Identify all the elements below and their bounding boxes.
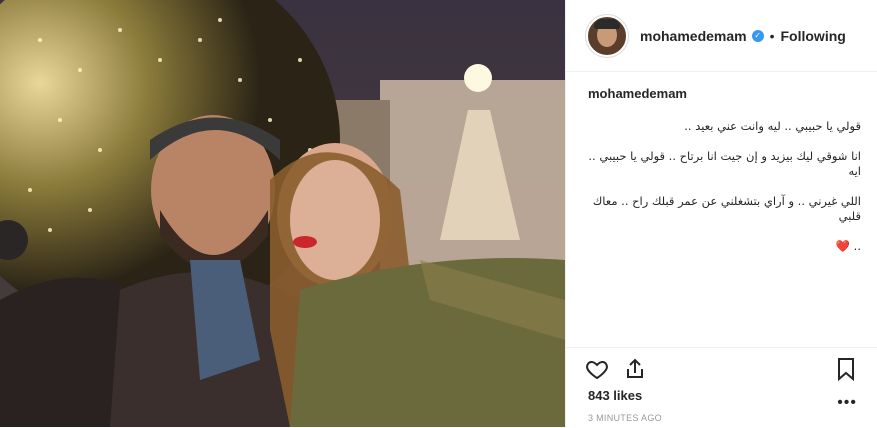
- caption-text: قولي يا حبيبي .. ليه وانت عني بعيد .. ان…: [588, 104, 861, 254]
- instagram-post: mohamedemam ✓ • Following mohamedemam قو…: [0, 0, 877, 427]
- header-username[interactable]: mohamedemam: [640, 28, 747, 44]
- avatar-cap: [594, 18, 620, 29]
- likes-count[interactable]: 843 likes: [566, 388, 877, 403]
- caption: mohamedemam قولي يا حبيبي .. ليه وانت عن…: [566, 72, 877, 254]
- share-icon[interactable]: [622, 356, 648, 382]
- verified-badge-icon: ✓: [751, 29, 764, 42]
- post-photo[interactable]: [0, 0, 565, 427]
- post-timestamp: 3 MINUTES AGO: [588, 413, 662, 423]
- following-button[interactable]: Following: [781, 28, 846, 44]
- heart-icon[interactable]: [584, 356, 610, 382]
- caption-line: اللي غيرني .. و آراي بتشغلني عن عمر قبلك…: [592, 194, 861, 223]
- action-icons: [566, 348, 877, 390]
- caption-line: .. ❤️: [835, 239, 861, 253]
- action-bar: 843 likes 3 MINUTES AGO •••: [566, 347, 877, 428]
- caption-username[interactable]: mohamedemam: [588, 86, 687, 101]
- avatar[interactable]: [586, 14, 628, 57]
- photo-illustration: [0, 0, 565, 427]
- caption-line: انا شوقي ليك بيزيد و إن جيت انا برتاح ..…: [588, 149, 861, 178]
- post-header: mohamedemam ✓ • Following: [566, 0, 877, 72]
- more-options-button[interactable]: •••: [837, 394, 857, 412]
- bookmark-icon[interactable]: [833, 356, 859, 382]
- caption-line: قولي يا حبيبي .. ليه وانت عني بعيد ..: [684, 119, 861, 133]
- separator-dot: •: [769, 27, 775, 44]
- post-sidebar: mohamedemam ✓ • Following mohamedemam قو…: [565, 0, 877, 427]
